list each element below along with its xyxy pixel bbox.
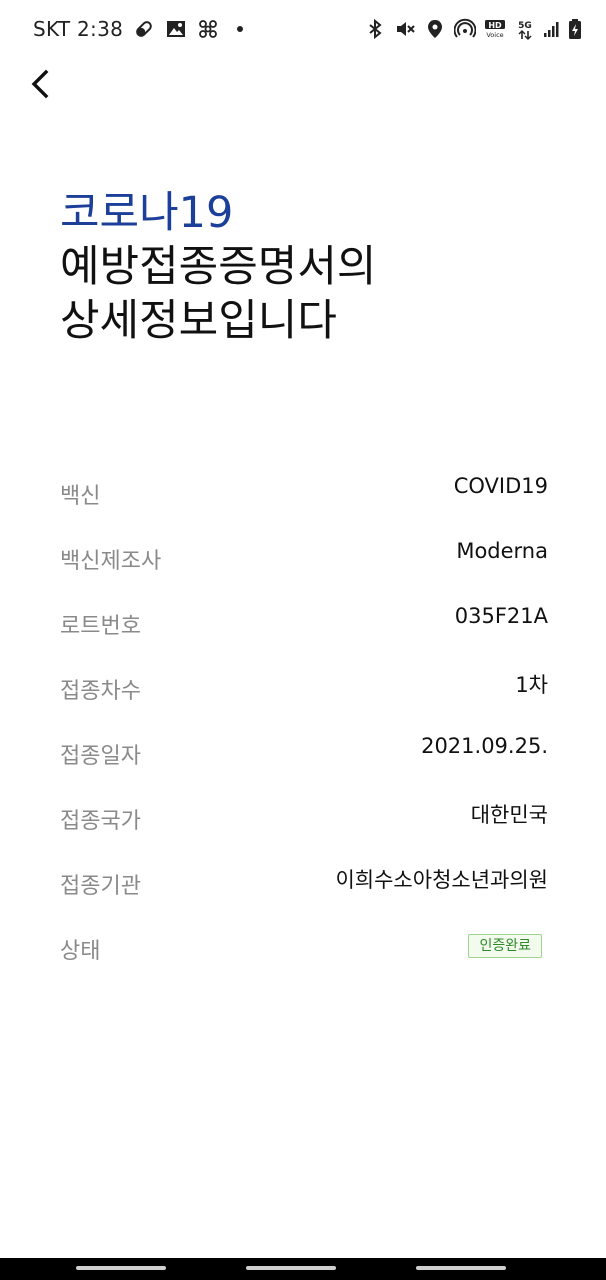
location-icon xyxy=(424,18,446,40)
detail-row-country: 접종국가 대한민국 xyxy=(60,787,548,852)
title-accent: 코로나19 xyxy=(60,188,234,238)
fan-icon xyxy=(197,18,219,40)
title-line-2: 상세정보입니다 xyxy=(60,296,337,346)
status-left: SKT 2:38 xyxy=(33,16,251,42)
detail-row-lot-number: 로트번호 035F21A xyxy=(60,592,548,657)
detail-value: Moderna xyxy=(456,539,548,563)
detail-label: 백신 xyxy=(60,484,101,509)
page-title: 코로나19 예방접종증명서의 상세정보입니다 xyxy=(60,186,560,348)
detail-value: COVID19 xyxy=(453,474,548,498)
signal-icon xyxy=(542,18,560,40)
battery-icon xyxy=(568,18,582,40)
detail-label: 접종차수 xyxy=(60,679,141,704)
detail-list: 백신 COVID19 백신제조사 Moderna 로트번호 035F21A 접종… xyxy=(60,462,548,982)
detail-value: 2021.09.25. xyxy=(421,734,548,758)
detail-row-status: 상태 인증완료 xyxy=(60,917,548,982)
nav-handle-left[interactable] xyxy=(76,1266,166,1270)
detail-label: 접종국가 xyxy=(60,809,141,834)
detail-label: 로트번호 xyxy=(60,614,141,639)
detail-value: 035F21A xyxy=(454,604,548,628)
detail-row-vaccination-date: 접종일자 2021.09.25. xyxy=(60,722,548,787)
detail-label: 백신제조사 xyxy=(60,549,162,574)
voice-label: Voice xyxy=(486,31,503,39)
5g-icon: 5G xyxy=(516,18,534,40)
hd-voice-icon: HD Voice xyxy=(484,18,508,40)
mute-icon xyxy=(394,18,416,40)
back-button[interactable] xyxy=(20,62,60,106)
detail-row-institution: 접종기관 이희수소아청소년과의원 xyxy=(60,852,548,917)
detail-label: 접종일자 xyxy=(60,744,141,769)
bluetooth-icon xyxy=(364,18,386,40)
detail-label: 상태 xyxy=(60,939,101,964)
status-right: HD Voice 5G xyxy=(364,16,582,42)
detail-row-vaccine: 백신 COVID19 xyxy=(60,462,548,527)
pill-icon xyxy=(133,18,155,40)
image-icon xyxy=(165,18,187,40)
hd-label: HD xyxy=(488,21,502,30)
detail-value: 1차 xyxy=(515,673,548,697)
detail-value: 이희수소아청소년과의원 xyxy=(335,868,548,892)
network-label: 5G xyxy=(518,21,532,31)
nav-handle-right[interactable] xyxy=(416,1266,506,1270)
title-line-1: 예방접종증명서의 xyxy=(60,242,377,292)
status-badge: 인증완료 xyxy=(468,934,542,958)
detail-value: 대한민국 xyxy=(470,803,548,827)
detail-row-dose-number: 접종차수 1차 xyxy=(60,657,548,722)
hotspot-icon xyxy=(453,18,477,40)
carrier-time: SKT 2:38 xyxy=(33,17,124,41)
status-bar: SKT 2:38 HD Voice 5G xyxy=(0,0,606,60)
detail-label: 접종기관 xyxy=(60,874,141,899)
detail-row-manufacturer: 백신제조사 Moderna xyxy=(60,527,548,592)
navigation-bar xyxy=(0,1258,606,1280)
chevron-left-icon xyxy=(31,69,49,99)
nav-handle-center[interactable] xyxy=(246,1266,336,1270)
dot-icon xyxy=(229,18,251,40)
